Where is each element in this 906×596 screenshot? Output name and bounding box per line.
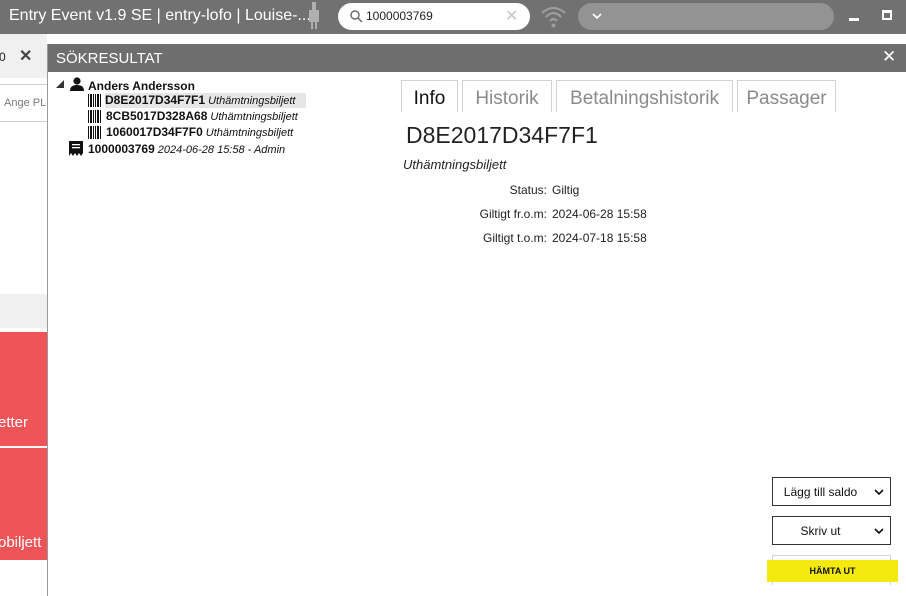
tab-label: Passager: [746, 88, 827, 109]
minimize-icon[interactable]: [849, 18, 859, 21]
ticket-type: Uthämtningsbiljett: [210, 111, 298, 123]
ticket-code: 1060017D34F7F0: [106, 125, 203, 139]
search-icon: [350, 10, 363, 23]
tree-item-order[interactable]: 1000003769 2024-06-28 15:58 - Admin: [88, 142, 285, 157]
panel-header: SÖKRESULTAT ✕: [48, 44, 906, 72]
tab-label: Info: [413, 88, 446, 109]
result-tree: Anders Andersson D8E2017D34F7F1 Uthämtnin…: [48, 72, 398, 272]
chevron-down-icon: [592, 13, 602, 20]
order-meta: 2024-06-28 15:58 - Admin: [157, 144, 286, 156]
panel-title: SÖKRESULTAT: [56, 50, 163, 67]
tab-label: Betalningshistorik: [570, 88, 719, 109]
plug-icon[interactable]: [306, 2, 322, 32]
app-title: Entry Event v1.9 SE | entry-lofo | Louis…: [9, 7, 311, 24]
barcode-icon: [88, 126, 101, 139]
wifi-icon: [541, 6, 566, 28]
background-app: 0 ✕ Ange PL etter obiljett: [0, 34, 47, 596]
chevron-down-icon: [874, 528, 884, 535]
tab-passager[interactable]: Passager: [737, 80, 836, 112]
person-icon: [70, 77, 84, 91]
tree-item-ticket[interactable]: 1060017D34F7F0 Uthämtningsbiljett: [106, 125, 293, 140]
chevron-down-icon: [874, 489, 884, 496]
background-tab[interactable]: 0 ✕: [0, 34, 47, 78]
valid-from-value: 2024-06-28 15:58: [552, 207, 647, 221]
tree-root-customer[interactable]: Anders Andersson: [88, 79, 195, 93]
background-red-button-1[interactable]: etter: [0, 332, 47, 446]
order-code: 1000003769: [88, 142, 155, 156]
background-tab-label: 0: [0, 50, 6, 64]
barcode-icon: [88, 94, 101, 107]
background-red-button-1-label: etter: [0, 414, 29, 431]
valid-to-label: Giltigt t.o.m:: [482, 231, 547, 245]
status-value: Giltig: [552, 183, 580, 197]
background-input[interactable]: Ange PL: [0, 84, 47, 122]
search-result-panel: SÖKRESULTAT ✕ Anders Andersson D8E2017D3…: [47, 44, 906, 596]
search-field[interactable]: 1000003769 ✕: [338, 3, 530, 30]
valid-from-label: Giltigt fr.o.m:: [479, 207, 547, 221]
receipt-icon: [69, 141, 83, 156]
barcode-icon: [88, 110, 101, 123]
clear-icon[interactable]: ✕: [505, 6, 518, 26]
tree-item-ticket[interactable]: 8CB5017D328A68 Uthämtningsbiljett: [106, 109, 298, 124]
tab-historik[interactable]: Historik: [462, 80, 552, 112]
ticket-type: Uthämtningsbiljett: [208, 95, 296, 107]
status-label: Status:: [509, 183, 547, 197]
tab-info[interactable]: Info: [401, 80, 458, 112]
title-bar: Entry Event v1.9 SE | entry-lofo | Louis…: [0, 0, 906, 34]
ticket-code: D8E2017D34F7F1: [105, 93, 206, 107]
background-red-button-2[interactable]: obiljett: [0, 448, 47, 560]
maximize-icon[interactable]: [882, 10, 892, 20]
close-icon[interactable]: ✕: [882, 47, 896, 67]
background-red-button-2-label: obiljett: [0, 534, 42, 551]
event-dropdown[interactable]: [578, 3, 834, 30]
search-input[interactable]: 1000003769: [366, 9, 433, 23]
tab-betalningshistorik[interactable]: Betalningshistorik: [556, 80, 733, 112]
print-select[interactable]: Skriv ut: [772, 516, 891, 545]
valid-to-value: 2024-07-18 15:58: [552, 231, 647, 245]
fetch-button-label: HÄMTA UT: [809, 566, 856, 576]
add-balance-label: Lägg till saldo: [783, 485, 858, 499]
ticket-type: Uthämtningsbiljett: [205, 127, 294, 139]
background-input-placeholder: Ange PL: [4, 97, 47, 109]
background-strip: [0, 294, 47, 328]
fetch-button[interactable]: HÄMTA UT: [767, 560, 898, 582]
ticket-type-label: Uthämtningsbiljett: [403, 157, 507, 172]
add-balance-select[interactable]: Lägg till saldo: [772, 477, 891, 506]
ticket-code: 8CB5017D328A68: [106, 109, 208, 123]
close-icon[interactable]: ✕: [19, 46, 32, 66]
tree-item-ticket[interactable]: D8E2017D34F7F1 Uthämtningsbiljett: [105, 93, 306, 108]
tab-label: Historik: [475, 88, 539, 109]
collapse-icon[interactable]: [56, 80, 64, 88]
print-label: Skriv ut: [800, 524, 841, 538]
ticket-title: D8E2017D34F7F1: [406, 122, 598, 148]
